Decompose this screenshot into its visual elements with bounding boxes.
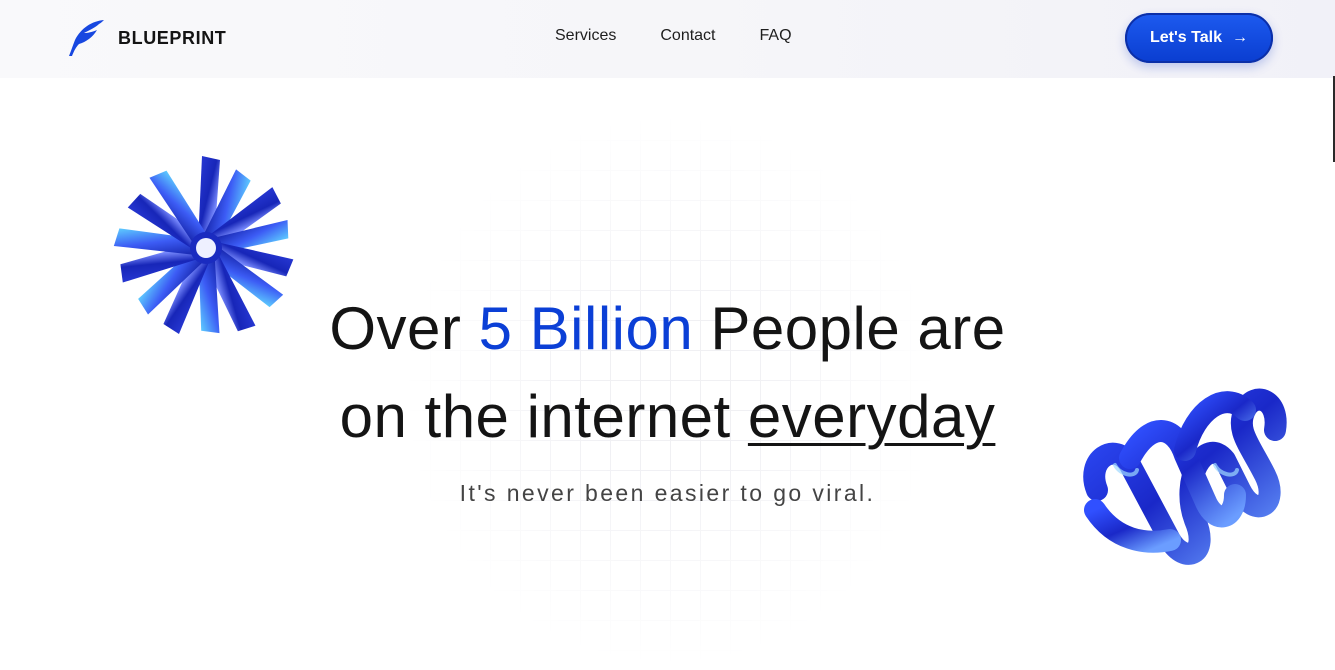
headline-text-internet: on the internet (339, 383, 731, 450)
hero-headline: Over 5 Billion People are on the interne… (0, 285, 1335, 461)
headline-accent: 5 Billion (478, 295, 694, 362)
main-nav: Services Contact FAQ (555, 27, 836, 45)
lets-talk-label: Let's Talk (1150, 29, 1222, 46)
nav-link-services[interactable]: Services (555, 27, 616, 45)
hero-section: Over 5 Billion People are on the interne… (0, 285, 1335, 461)
brand-name: BLUEPRINT (118, 27, 227, 48)
nav-link-contact[interactable]: Contact (660, 27, 715, 45)
headline-text-people: People are (710, 295, 1006, 362)
brand-logo[interactable]: BLUEPRINT (66, 18, 226, 58)
nav-link-faq[interactable]: FAQ (760, 27, 792, 45)
headline-emphasis: everyday (747, 383, 996, 450)
headline-text-over: Over (329, 295, 462, 362)
lets-talk-button[interactable]: Let's Talk → (1125, 13, 1273, 63)
hero-subtitle: It's never been easier to go viral. (459, 480, 876, 506)
arrow-right-icon: → (1231, 29, 1248, 46)
top-navbar: BLUEPRINT Services Contact FAQ Let's Tal… (0, 0, 1335, 78)
feather-icon (69, 20, 104, 56)
